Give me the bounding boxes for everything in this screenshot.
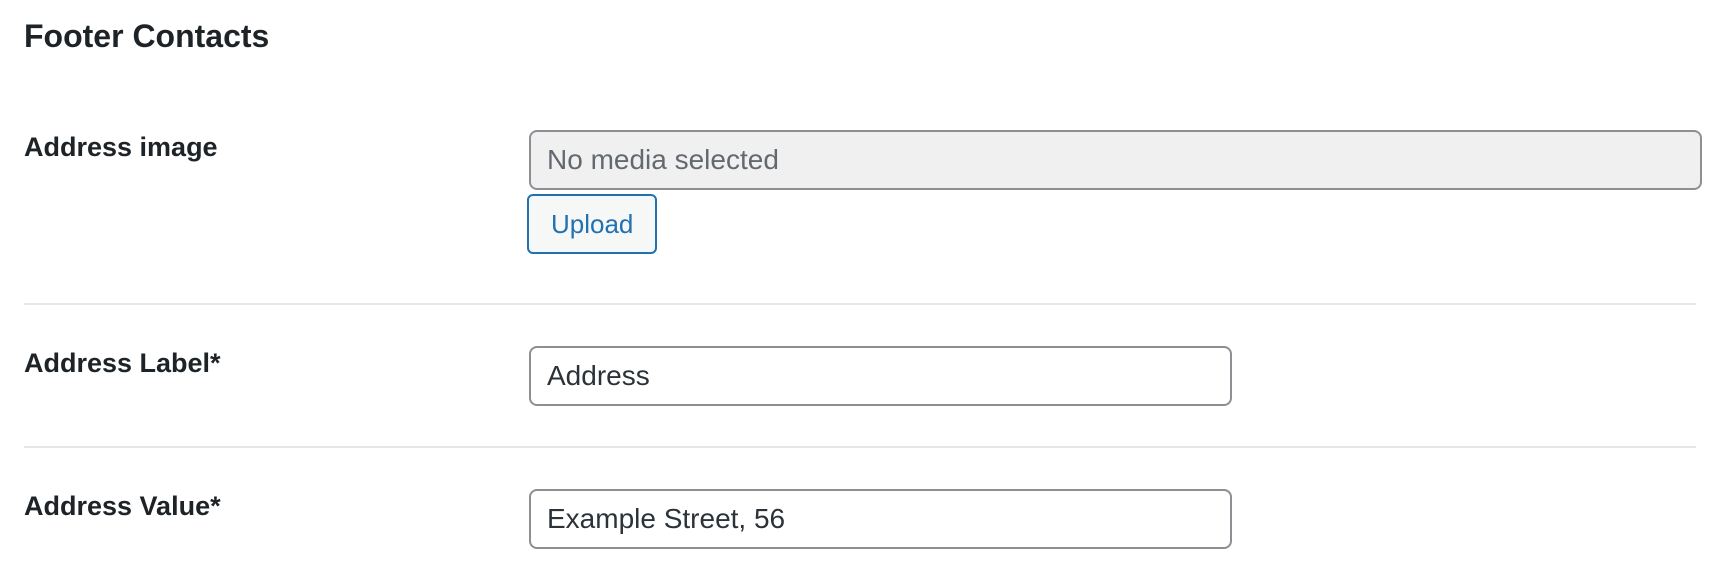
address-image-label: Address image [24,132,218,162]
section-title: Footer Contacts [24,18,270,54]
upload-button[interactable]: Upload [527,194,658,254]
address-label-row: Address Label* [24,346,1696,410]
address-label-input[interactable] [529,346,1232,406]
row-divider [24,303,1696,305]
address-value-label: Address Value* [24,491,221,521]
address-label-label: Address Label* [24,348,221,378]
row-divider [24,446,1696,448]
address-value-input[interactable] [529,489,1232,549]
address-value-row: Address Value* [24,489,1696,553]
address-image-media-field[interactable] [529,130,1702,190]
address-image-row: Address image Upload [24,130,1702,270]
